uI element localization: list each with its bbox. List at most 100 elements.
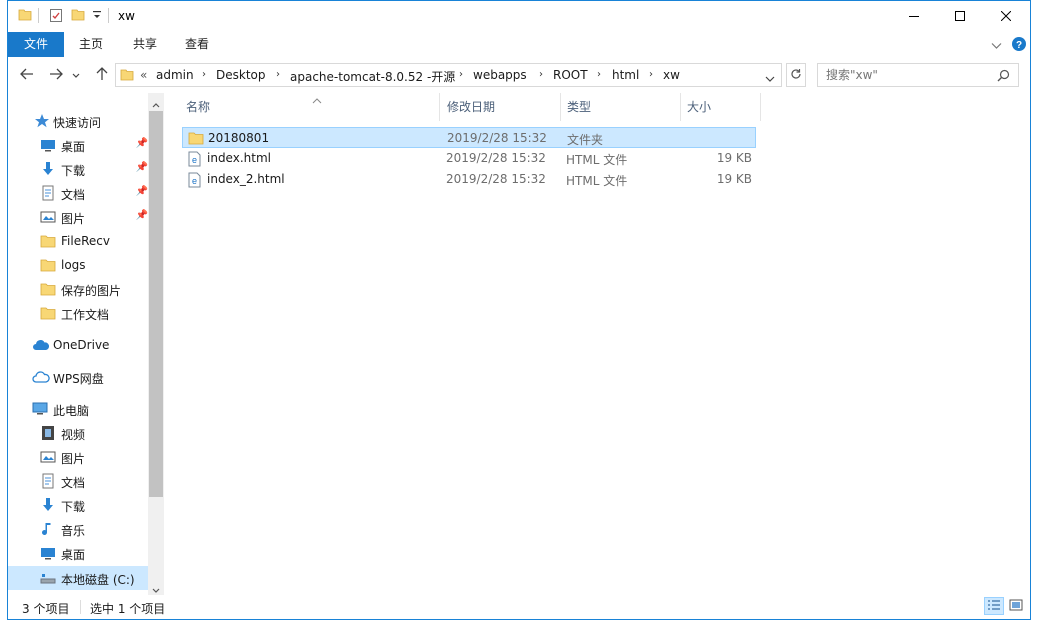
sidebar-item-documents[interactable]: 文档 📌: [8, 181, 148, 205]
back-button[interactable]: [16, 66, 38, 84]
sidebar-item-filerecv[interactable]: FileRecv: [8, 229, 148, 253]
breadcrumb-tomcat[interactable]: apache-tomcat-8.0.52 -开源: [290, 68, 455, 85]
maximize-button[interactable]: [937, 1, 983, 32]
file-date: 2019/2/28 15:32: [447, 131, 547, 145]
table-row[interactable]: e index_2.html 2019/2/28 15:32 HTML 文件 1…: [182, 169, 756, 190]
table-row[interactable]: e index.html 2019/2/28 15:32 HTML 文件 19 …: [182, 148, 756, 169]
pin-icon: 📌: [135, 138, 148, 149]
video-icon: [40, 425, 56, 441]
properties-icon[interactable]: [49, 8, 63, 26]
desktop-icon: [40, 545, 56, 561]
sidebar-item-pc-pictures[interactable]: 图片: [8, 445, 148, 469]
maximize-icon: [955, 10, 965, 24]
folder-icon: [40, 257, 56, 273]
column-header-type[interactable]: 类型: [561, 93, 681, 121]
breadcrumb-xw[interactable]: xw: [663, 68, 680, 82]
address-dropdown-icon[interactable]: [765, 72, 775, 86]
sidebar-item-label: 文档: [61, 188, 86, 202]
refresh-button[interactable]: [786, 63, 806, 87]
navigation-bar: « admin › Desktop › apache-tomcat-8.0.52…: [8, 57, 1030, 93]
tab-view[interactable]: 查看: [172, 32, 222, 57]
chevron-right-icon[interactable]: ›: [536, 69, 546, 80]
sidebar-item-pc-downloads[interactable]: 下载: [8, 493, 148, 517]
table-row[interactable]: 20180801 2019/2/28 15:32 文件夹: [182, 127, 756, 148]
sidebar-item-work-documents[interactable]: 工作文档: [8, 301, 148, 325]
breadcrumb-overflow[interactable]: «: [140, 68, 147, 82]
html-file-icon: e: [188, 172, 201, 191]
search-icon[interactable]: [997, 69, 1010, 85]
file-list: 名称 修改日期 类型 大小 20180801 2019/2/28 15:32 文…: [164, 93, 1030, 595]
large-icons-view-button[interactable]: [1006, 597, 1026, 615]
help-icon[interactable]: ?: [1012, 37, 1026, 54]
file-name: 20180801: [208, 131, 270, 145]
chevron-down-icon: [72, 68, 80, 82]
sidebar-item-label: OneDrive: [53, 338, 110, 352]
sidebar-item-quick-access[interactable]: 快速访问: [8, 109, 148, 133]
sidebar-item-local-disk-c[interactable]: 本地磁盘 (C:): [8, 566, 148, 590]
svg-text:e: e: [192, 176, 197, 186]
chevron-right-icon[interactable]: ›: [594, 69, 604, 80]
item-count: 3 个项目: [22, 602, 70, 616]
pin-icon: 📌: [135, 162, 148, 173]
file-size: 19 KB: [716, 151, 752, 165]
scroll-up-icon[interactable]: [152, 97, 160, 111]
column-header-size[interactable]: 大小: [681, 93, 761, 121]
selection-count: 选中 1 个项目: [90, 602, 166, 616]
column-header-date[interactable]: 修改日期: [441, 93, 561, 121]
ribbon-tabs: 文件 主页 共享 查看 ?: [8, 32, 1030, 57]
html-file-icon: e: [188, 151, 201, 170]
breadcrumb-html[interactable]: html: [612, 68, 639, 82]
sidebar-item-label: 下载: [61, 164, 86, 178]
breadcrumb-webapps[interactable]: webapps: [473, 68, 527, 82]
tab-share[interactable]: 共享: [120, 32, 170, 57]
folder-icon[interactable]: [18, 8, 32, 25]
computer-icon: [32, 401, 48, 417]
close-button[interactable]: [983, 1, 1029, 32]
minimize-button[interactable]: [891, 1, 937, 32]
file-name: index_2.html: [207, 172, 285, 186]
breadcrumb-admin[interactable]: admin: [156, 68, 194, 82]
forward-button[interactable]: [45, 66, 67, 84]
breadcrumb-root[interactable]: ROOT: [553, 68, 588, 82]
sidebar-item-pictures[interactable]: 图片 📌: [8, 205, 148, 229]
sidebar-item-pc-documents[interactable]: 文档: [8, 469, 148, 493]
tab-home[interactable]: 主页: [66, 32, 116, 57]
sidebar-item-saved-pictures[interactable]: 保存的图片: [8, 277, 148, 301]
download-icon: [40, 161, 56, 177]
up-button[interactable]: [91, 66, 113, 84]
sidebar-item-label: WPS网盘: [53, 372, 104, 386]
arrow-up-icon: [96, 66, 108, 84]
sidebar-item-onedrive[interactable]: OneDrive: [8, 333, 148, 357]
recent-locations-button[interactable]: [70, 66, 82, 84]
sidebar-item-label: 本地磁盘 (C:): [61, 573, 135, 587]
customize-dropdown-icon[interactable]: [92, 9, 102, 24]
sidebar-item-logs[interactable]: logs: [8, 253, 148, 277]
breadcrumb-desktop[interactable]: Desktop: [216, 68, 266, 82]
sidebar-item-label: logs: [61, 258, 86, 272]
file-date: 2019/2/28 15:32: [446, 151, 546, 165]
address-bar[interactable]: « admin › Desktop › apache-tomcat-8.0.52…: [115, 63, 782, 87]
sidebar-item-label: 视频: [61, 428, 86, 442]
sidebar-item-desktop[interactable]: 桌面 📌: [8, 133, 148, 157]
pictures-icon: [40, 209, 56, 225]
details-view-button[interactable]: [984, 597, 1004, 615]
sidebar-item-label: 此电脑: [53, 404, 90, 418]
sidebar-item-downloads[interactable]: 下载 📌: [8, 157, 148, 181]
chevron-right-icon[interactable]: ›: [273, 69, 283, 80]
sidebar-item-label: 下载: [61, 500, 86, 514]
new-folder-icon[interactable]: [71, 8, 85, 25]
sidebar-item-this-pc[interactable]: 此电脑: [8, 397, 148, 421]
sidebar-item-videos[interactable]: 视频: [8, 421, 148, 445]
search-input[interactable]: [818, 64, 988, 86]
expand-ribbon-icon[interactable]: [991, 39, 1002, 53]
sidebar-scrollbar-thumb[interactable]: [149, 111, 163, 497]
column-header-name[interactable]: 名称: [180, 93, 440, 121]
tab-file[interactable]: 文件: [8, 32, 64, 57]
sidebar-item-wps-drive[interactable]: WPS网盘: [8, 365, 148, 389]
chevron-right-icon[interactable]: ›: [456, 69, 466, 80]
sidebar-item-pc-desktop[interactable]: 桌面: [8, 541, 148, 565]
sidebar-item-music[interactable]: 音乐: [8, 517, 148, 541]
chevron-right-icon[interactable]: ›: [646, 69, 656, 80]
chevron-right-icon[interactable]: ›: [199, 69, 209, 80]
folder-icon: [120, 68, 134, 85]
